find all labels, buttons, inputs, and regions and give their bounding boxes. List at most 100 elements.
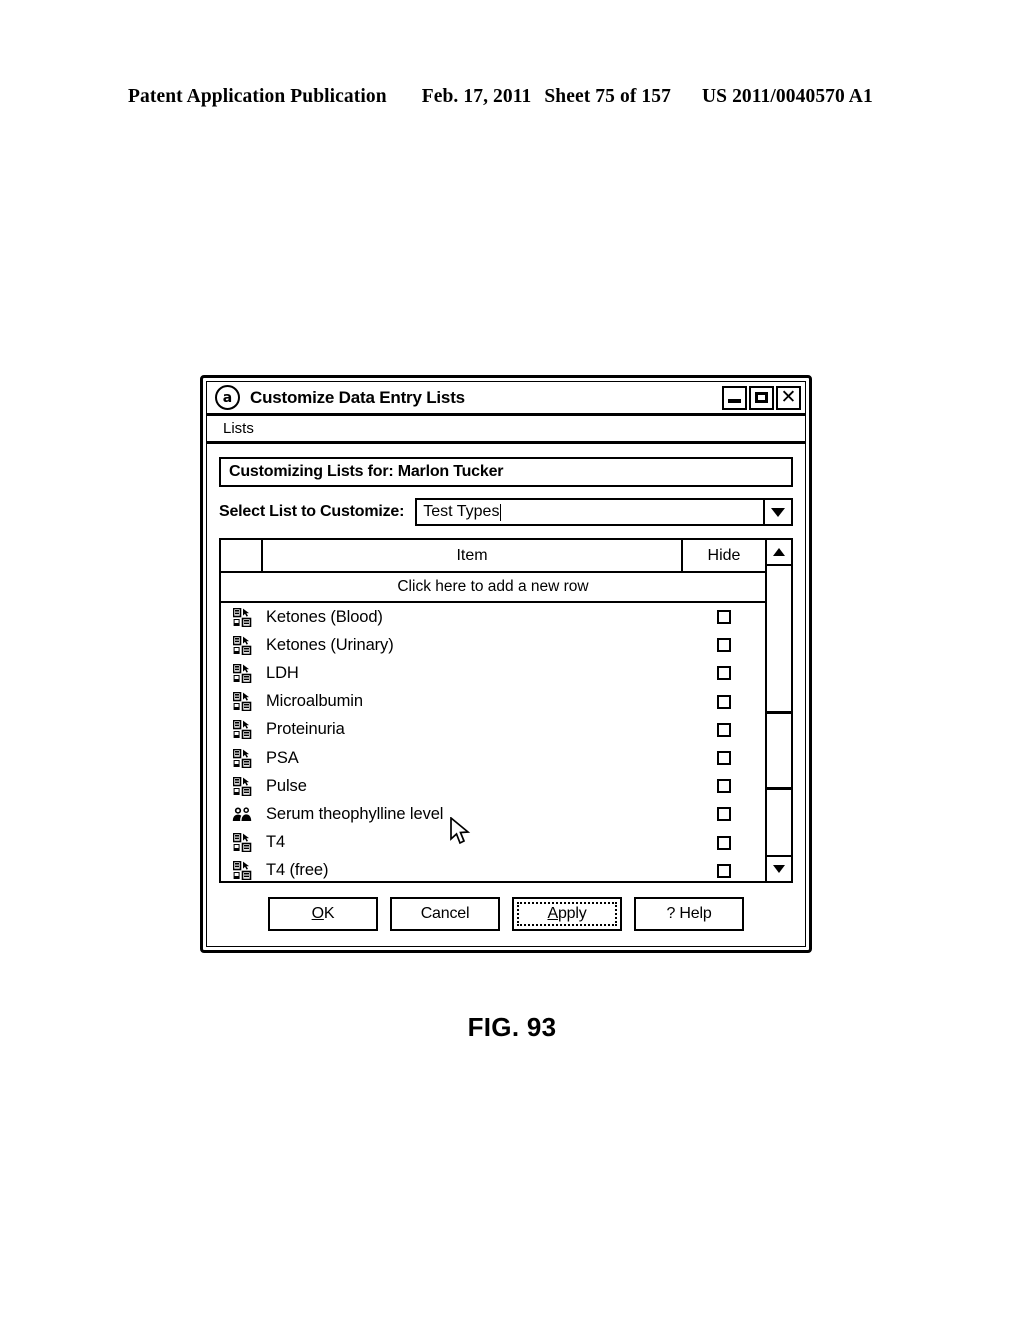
hide-checkbox[interactable] <box>717 610 731 625</box>
row-icon-cell[interactable] <box>221 635 263 655</box>
grid-vertical-scrollbar[interactable] <box>765 540 791 881</box>
hide-checkbox[interactable] <box>717 835 731 850</box>
record-icon <box>232 720 251 740</box>
hide-checkbox[interactable] <box>717 779 731 794</box>
row-hide-cell[interactable] <box>683 807 765 822</box>
window-titlebar[interactable]: a Customize Data Entry Lists ✕ <box>207 382 805 416</box>
menu-bar: Lists <box>207 416 805 444</box>
row-item-label[interactable]: Serum theophylline level <box>263 805 683 824</box>
select-list-combobox[interactable]: Test Types <box>415 498 793 526</box>
row-hide-cell[interactable] <box>683 863 765 878</box>
maximize-icon <box>755 392 768 403</box>
close-icon: ✕ <box>780 386 797 408</box>
scroll-down-button[interactable] <box>767 855 791 881</box>
table-row[interactable]: PSA <box>221 744 765 772</box>
record-icon <box>232 748 251 768</box>
button-label: Cancel <box>420 905 470 922</box>
customizing-banner: Customizing Lists for: Marlon Tucker <box>219 457 793 487</box>
table-row[interactable]: T4 <box>221 829 765 857</box>
row-item-label[interactable]: Microalbumin <box>263 692 683 711</box>
triangle-up-icon <box>773 548 785 556</box>
row-hide-cell[interactable] <box>683 610 765 625</box>
row-item-label[interactable]: Ketones (Blood) <box>263 608 683 627</box>
text-caret <box>500 503 502 521</box>
close-button[interactable]: ✕ <box>776 385 801 410</box>
button-label: ? Help <box>666 905 712 922</box>
row-item-label[interactable]: T4 <box>263 833 683 852</box>
minimize-icon <box>728 399 741 403</box>
apply-button[interactable]: Apply <box>512 897 622 931</box>
table-row[interactable]: Proteinuria <box>221 716 765 744</box>
row-icon-cell[interactable] <box>221 861 263 881</box>
minimize-button[interactable] <box>722 385 747 410</box>
select-list-value: Test Types <box>423 503 500 520</box>
hide-checkbox[interactable] <box>717 694 731 709</box>
hide-checkbox[interactable] <box>717 638 731 653</box>
record-icon <box>232 833 251 853</box>
row-icon-cell[interactable] <box>221 607 263 627</box>
chevron-down-icon <box>771 507 785 517</box>
row-icon-cell[interactable] <box>221 692 263 712</box>
people-icon <box>232 807 252 822</box>
select-list-dropdown-button[interactable] <box>763 500 791 524</box>
select-list-input[interactable]: Test Types <box>417 500 763 524</box>
table-row[interactable]: T4 (free) <box>221 857 765 881</box>
header-patent-number: US 2011/0040570 A1 <box>701 86 873 107</box>
grid-header-item[interactable]: Item <box>263 540 683 571</box>
row-item-label[interactable]: Pulse <box>263 777 683 796</box>
cancel-button[interactable]: Cancel <box>390 897 500 931</box>
scrollbar-thumb[interactable] <box>767 566 791 714</box>
row-hide-cell[interactable] <box>683 638 765 653</box>
table-row[interactable]: Pulse <box>221 772 765 800</box>
hide-checkbox[interactable] <box>717 722 731 737</box>
figure-caption: FIG. 93 <box>467 1012 557 1042</box>
menu-item-lists[interactable]: Lists <box>219 420 258 437</box>
row-item-label[interactable]: LDH <box>263 664 683 683</box>
record-icon <box>232 861 251 881</box>
row-hide-cell[interactable] <box>683 722 765 737</box>
grid-main-area: Item Hide Click here to add a new row Ke… <box>221 540 765 881</box>
row-icon-cell[interactable] <box>221 806 263 822</box>
row-item-label[interactable]: Proteinuria <box>263 720 683 739</box>
header-date: Feb. 17, 2011 <box>421 86 532 107</box>
record-icon <box>232 663 251 683</box>
table-row[interactable]: Microalbumin <box>221 688 765 716</box>
row-item-label[interactable]: T4 (free) <box>263 861 683 880</box>
select-list-label: Select List to Customize: <box>219 503 405 520</box>
row-hide-cell[interactable] <box>683 694 765 709</box>
scrollbar-page-down-area[interactable] <box>767 790 791 855</box>
table-row[interactable]: LDH <box>221 659 765 687</box>
row-hide-cell[interactable] <box>683 779 765 794</box>
hide-checkbox[interactable] <box>717 863 731 878</box>
app-icon-glyph: a <box>222 389 233 406</box>
scroll-up-button[interactable] <box>767 540 791 566</box>
row-icon-cell[interactable] <box>221 663 263 683</box>
scrollbar-track[interactable] <box>767 566 791 855</box>
table-row[interactable]: Ketones (Blood) <box>221 603 765 631</box>
row-icon-cell[interactable] <box>221 748 263 768</box>
scrollbar-segment-lower[interactable] <box>767 714 791 790</box>
row-icon-cell[interactable] <box>221 776 263 796</box>
maximize-button[interactable] <box>749 385 774 410</box>
hide-checkbox[interactable] <box>717 751 731 766</box>
hide-checkbox[interactable] <box>717 807 731 822</box>
grid-header-hide[interactable]: Hide <box>683 540 765 571</box>
row-hide-cell[interactable] <box>683 835 765 850</box>
help-button[interactable]: ? Help <box>634 897 744 931</box>
row-hide-cell[interactable] <box>683 751 765 766</box>
table-row[interactable]: Ketones (Urinary) <box>221 631 765 659</box>
grid-rows-container: Ketones (Blood) Ketones (Urinary) LDH Micro… <box>221 603 765 881</box>
grid-header-row: Item Hide <box>221 540 765 573</box>
customize-data-entry-lists-window: a Customize Data Entry Lists ✕ Lists Cus… <box>200 375 812 953</box>
row-icon-cell[interactable] <box>221 833 263 853</box>
add-new-row-prompt[interactable]: Click here to add a new row <box>221 573 765 603</box>
ok-button[interactable]: OK <box>268 897 378 931</box>
hide-checkbox[interactable] <box>717 666 731 681</box>
row-hide-cell[interactable] <box>683 666 765 681</box>
row-icon-cell[interactable] <box>221 720 263 740</box>
table-row[interactable]: Serum theophylline level <box>221 800 765 828</box>
window-title: Customize Data Entry Lists <box>250 387 465 407</box>
row-item-label[interactable]: Ketones (Urinary) <box>263 636 683 655</box>
record-icon <box>232 635 251 655</box>
row-item-label[interactable]: PSA <box>263 749 683 768</box>
